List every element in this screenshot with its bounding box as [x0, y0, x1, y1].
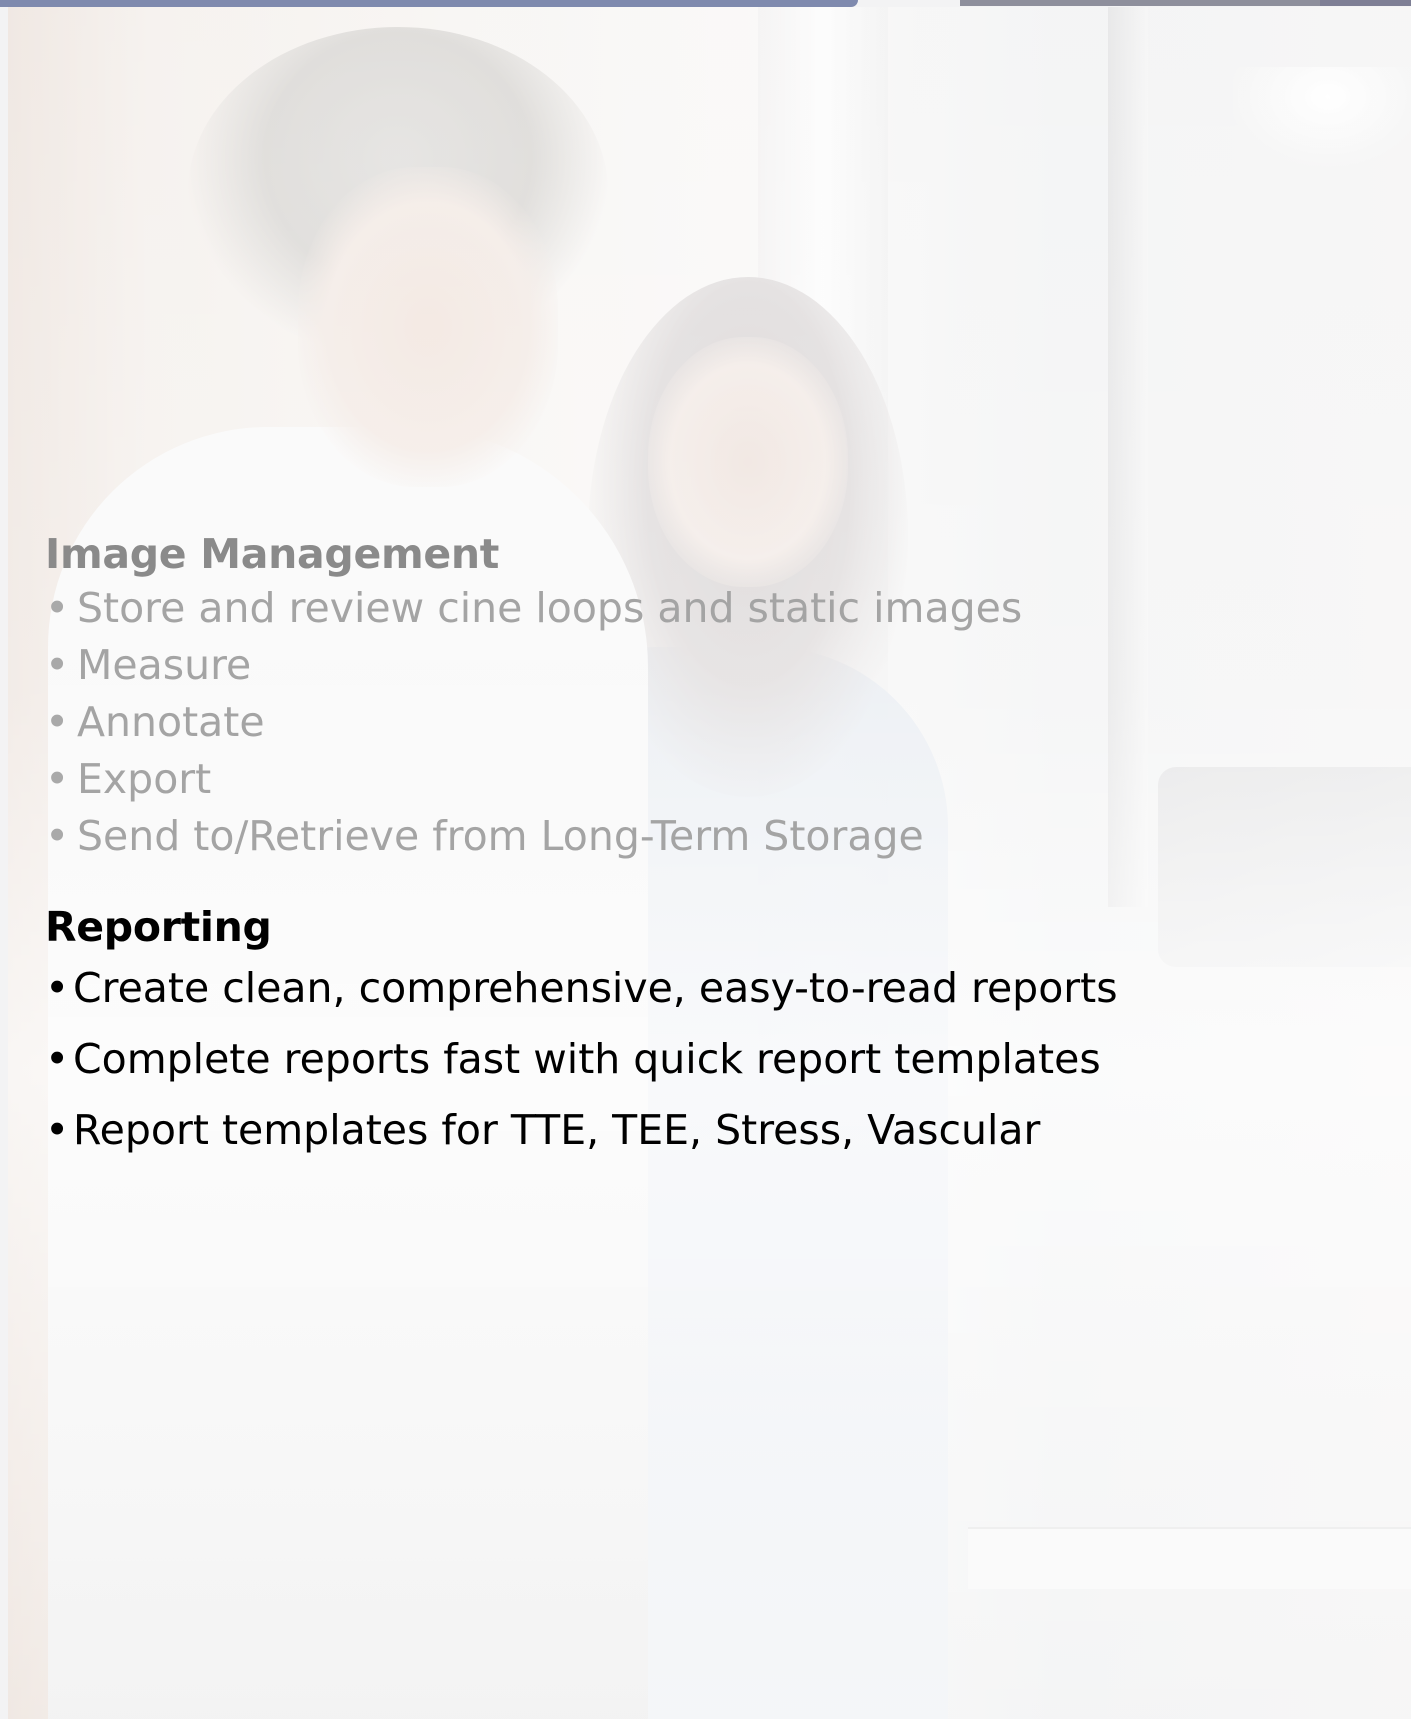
list-item-text: Complete reports fast with quick report …	[73, 1035, 1101, 1083]
bullet-list: • Store and review cine loops and static …	[45, 580, 1245, 865]
list-item: •Create clean, comprehensive, easy-to-re…	[45, 953, 1245, 1024]
list-item-text: Create clean, comprehensive, easy-to-rea…	[73, 964, 1118, 1012]
list-item-text: Export	[77, 755, 212, 803]
section-reporting: Reporting •Create clean, comprehensive, …	[45, 901, 1245, 1166]
list-item: • Measure	[45, 637, 1245, 694]
slide: Image Management • Store and review cine …	[0, 0, 1411, 1719]
top-bar-right	[960, 0, 1320, 6]
list-item: • Send to/Retrieve from Long-Term Storage	[45, 808, 1245, 865]
top-bar-left	[0, 0, 858, 7]
list-item-text: Measure	[77, 641, 252, 689]
bullet-icon: •	[45, 1035, 70, 1083]
section-heading: Reporting	[45, 903, 272, 951]
list-item: • Annotate	[45, 694, 1245, 751]
bullet-icon: •	[45, 755, 70, 803]
feature-list: Image Management • Store and review cine …	[45, 528, 1245, 1166]
list-item: •Complete reports fast with quick report…	[45, 1024, 1245, 1095]
bullet-list: •Create clean, comprehensive, easy-to-re…	[45, 953, 1245, 1166]
section-heading: Image Management	[45, 530, 500, 578]
bullet-icon: •	[45, 1106, 70, 1154]
bullet-icon: •	[45, 584, 70, 632]
bullet-icon: •	[45, 641, 70, 689]
section-image-management: Image Management • Store and review cine …	[45, 528, 1245, 865]
list-item: • Export	[45, 751, 1245, 808]
list-item-text: Annotate	[77, 698, 265, 746]
list-item-text: Send to/Retrieve from Long-Term Storage	[77, 812, 924, 860]
list-item: • Store and review cine loops and static …	[45, 580, 1245, 637]
list-item-text: Store and review cine loops and static i…	[77, 584, 1023, 632]
bullet-icon: •	[45, 698, 70, 746]
list-item-text: Report templates for TTE, TEE, Stress, V…	[73, 1106, 1041, 1154]
list-item: •Report templates for TTE, TEE, Stress, …	[45, 1095, 1245, 1166]
bullet-icon: •	[45, 812, 70, 860]
bullet-icon: •	[45, 964, 70, 1012]
top-bar-right-end	[1320, 0, 1411, 6]
